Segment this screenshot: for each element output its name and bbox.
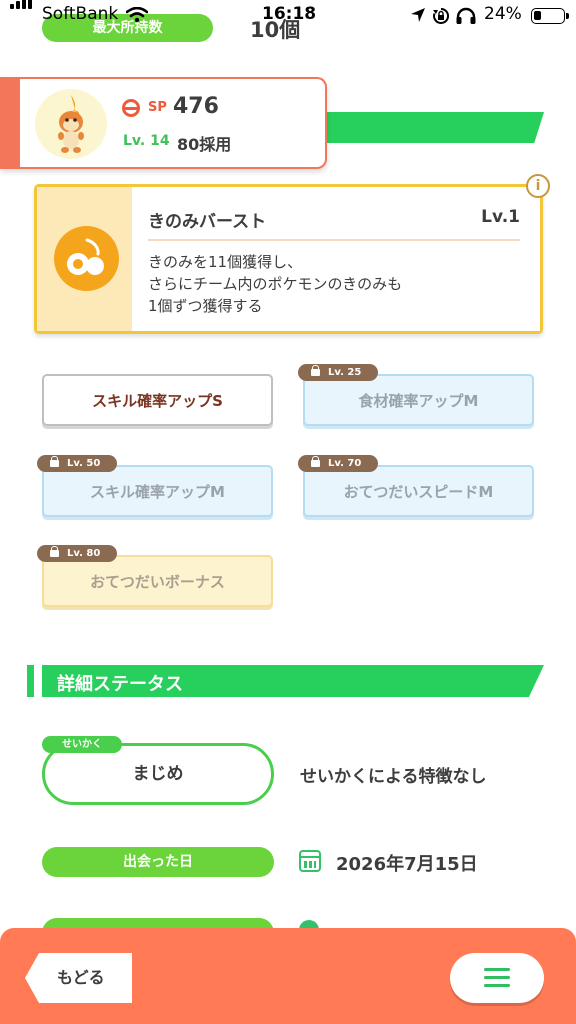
- met-date: 2026年7月15日: [336, 854, 478, 875]
- carrier-name: SoftBank: [42, 4, 119, 24]
- lock-level: Lv. 70: [328, 458, 362, 469]
- sub-skill-lock-tag: Lv. 70: [298, 455, 378, 472]
- met-date-label: 出会った日: [42, 847, 274, 877]
- skill-name: きのみバースト: [148, 212, 267, 232]
- rotation-lock-icon: [433, 7, 450, 24]
- menu-button[interactable]: [450, 953, 544, 1003]
- sub-skill-button[interactable]: スキル確率アップM: [42, 465, 273, 517]
- section-header: 詳細ステータス: [27, 665, 544, 697]
- skill-description-line: さらにチーム内のポケモンのきのみも: [148, 275, 403, 293]
- back-button[interactable]: もどる: [25, 953, 132, 1003]
- section-band: [300, 112, 544, 143]
- section-marker: [27, 665, 34, 697]
- skill-description-line: きのみを11個獲得し、: [148, 253, 303, 271]
- lock-level: Lv. 80: [67, 548, 101, 559]
- skill-description: きのみを11個獲得し、 さらにチーム内のポケモンのきのみも 1個ずつ獲得する: [148, 251, 402, 317]
- lock-level: Lv. 25: [328, 367, 362, 378]
- calendar-icon: [299, 850, 321, 872]
- adoption-count: 80採用: [177, 135, 232, 154]
- sp-label: SP: [148, 100, 167, 115]
- lock-icon: [311, 365, 320, 376]
- bottom-bar: もどる: [0, 928, 576, 1024]
- battery-icon: [531, 8, 569, 24]
- sub-skill-lock-tag: Lv. 50: [37, 455, 117, 472]
- lock-icon: [50, 546, 59, 557]
- headphones-icon: [456, 7, 476, 24]
- card-accent: [0, 77, 20, 169]
- skill-icon-panel: [37, 187, 132, 331]
- sub-skill-button[interactable]: おてつだいボーナス: [42, 555, 273, 607]
- main-skill-card: きのみバースト Lv.1 きのみを11個獲得し、 さらにチーム内のポケモンのきの…: [34, 184, 543, 334]
- nature-tag: せいかく: [42, 736, 122, 753]
- sub-skill-lock-tag: Lv. 25: [298, 364, 378, 381]
- pokemon-avatar: [35, 89, 107, 159]
- berry-icon: [54, 226, 119, 291]
- sub-skill-button[interactable]: 食材確率アップM: [303, 374, 534, 426]
- sub-skill-button[interactable]: スキル確率アップS: [42, 374, 273, 426]
- wifi-icon: [126, 7, 148, 23]
- section-title: 詳細ステータス: [57, 674, 183, 695]
- skill-info: きのみバースト Lv.1 きのみを11個獲得し、 さらにチーム内のポケモンのきの…: [132, 187, 540, 331]
- sub-skill-button[interactable]: おてつだいスピードM: [303, 465, 534, 517]
- nature-effect: せいかくによる特徴なし: [300, 767, 487, 787]
- lock-level: Lv. 50: [67, 458, 101, 469]
- pokemon-card[interactable]: SP 476 Lv. 14 80採用: [0, 77, 327, 169]
- info-icon[interactable]: i: [526, 174, 550, 198]
- battery-percentage: 24%: [484, 4, 522, 24]
- divider: [148, 239, 520, 241]
- sp-value: 476: [173, 94, 219, 119]
- sp-icon: [122, 99, 140, 117]
- skill-level: Lv.1: [481, 207, 520, 227]
- sub-skill-lock-tag: Lv. 80: [37, 545, 117, 562]
- skill-description-line: 1個ずつ獲得する: [148, 297, 263, 315]
- clock: 16:18: [262, 4, 317, 24]
- lock-icon: [50, 456, 59, 467]
- lock-icon: [311, 456, 320, 467]
- pokemon-level: Lv. 14: [123, 133, 170, 149]
- status-bar: SoftBank 16:18 24%: [0, 0, 576, 30]
- location-icon: [411, 8, 425, 22]
